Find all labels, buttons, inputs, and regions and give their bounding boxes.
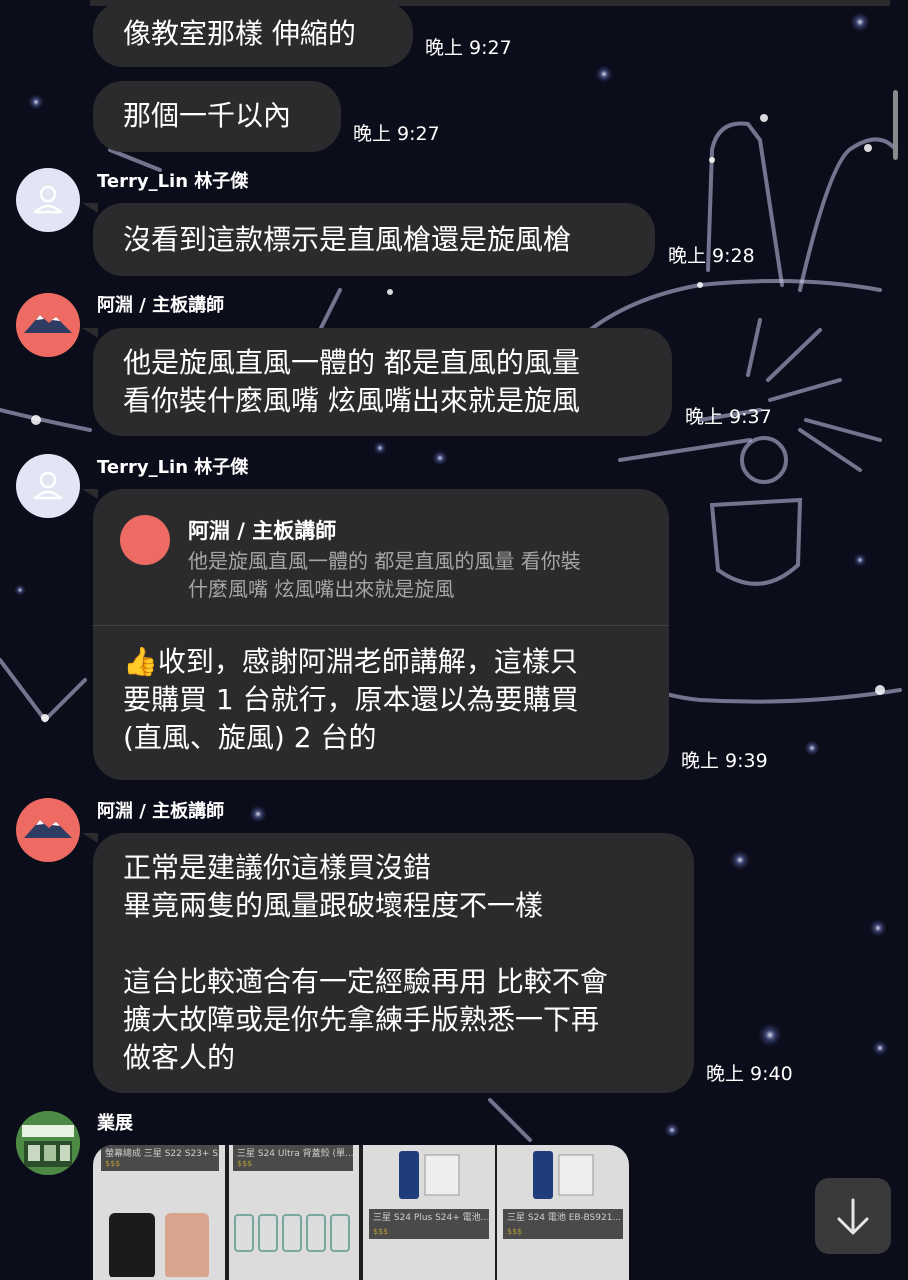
quote-divider bbox=[93, 625, 669, 626]
product-image bbox=[109, 1213, 209, 1277]
bubble-tail bbox=[82, 328, 98, 338]
bubble-tail bbox=[82, 489, 98, 499]
mountain-icon bbox=[120, 553, 170, 565]
product-price: $$$ bbox=[507, 1227, 523, 1236]
product-price: $$$ bbox=[373, 1227, 389, 1236]
mountain-icon bbox=[24, 820, 72, 838]
store-avatar[interactable] bbox=[16, 1111, 80, 1175]
message-bubble[interactable]: 沒看到這款標示是直風槍還是旋風槍 bbox=[93, 203, 655, 276]
product-image bbox=[234, 1214, 350, 1252]
message-timestamp: 晚上 9:27 bbox=[353, 123, 440, 145]
scroll-to-bottom-button[interactable] bbox=[815, 1178, 891, 1254]
bubble-tail bbox=[82, 203, 98, 213]
message-bubble[interactable]: 他是旋風直風一體的 都是直風的風量 看你裝什麼風嘴 炫風嘴出來就是旋風 bbox=[93, 328, 672, 436]
message-timestamp: 晚上 9:40 bbox=[706, 1063, 793, 1085]
product-card[interactable]: 三星 S24 Ultra 背蓋殼 (單... $$$ bbox=[229, 1145, 359, 1280]
message-timestamp: 晚上 9:28 bbox=[668, 245, 755, 267]
product-card[interactable]: 三星 S24 Plus S24+ 電池... $$$ bbox=[363, 1145, 495, 1280]
message-text: 👍收到，感謝阿淵老師講解，這樣只 要購買 1 台就行，原本還以為要購買 (直風、… bbox=[123, 645, 579, 754]
reply-message-bubble[interactable]: 阿淵 / 主板講師 他是旋風直風一體的 都是直風的風量 看你裝 什麼風嘴 炫風嘴… bbox=[93, 489, 669, 780]
user-avatar[interactable] bbox=[16, 454, 80, 518]
sender-name: 阿淵 / 主板講師 bbox=[97, 801, 225, 822]
sender-name: Terry_Lin 林子傑 bbox=[97, 171, 249, 192]
product-image bbox=[533, 1151, 594, 1199]
product-card-carousel[interactable]: 螢幕總成 三星 S22 S23+ S2... $$$ 三星 S24 Ultra … bbox=[93, 1145, 629, 1280]
quoted-message-text[interactable]: 他是旋風直風一體的 都是直風的風量 看你裝 什麼風嘴 炫風嘴出來就是旋風 bbox=[188, 547, 581, 603]
person-icon bbox=[33, 185, 63, 214]
sender-name: 阿淵 / 主板講師 bbox=[97, 295, 225, 316]
store-photo bbox=[16, 1111, 80, 1175]
user-avatar[interactable] bbox=[16, 293, 80, 357]
message-bubble[interactable]: 像教室那樣 伸縮的 bbox=[93, 2, 413, 67]
message-timestamp: 晚上 9:39 bbox=[681, 750, 768, 772]
user-avatar[interactable] bbox=[16, 168, 80, 232]
message-timestamp: 晚上 9:27 bbox=[425, 37, 512, 59]
product-price: $$$ bbox=[237, 1159, 253, 1168]
sender-name: Terry_Lin 林子傑 bbox=[97, 457, 249, 478]
quoted-sender-name: 阿淵 / 主板講師 bbox=[188, 519, 337, 543]
product-card[interactable]: 螢幕總成 三星 S22 S23+ S2... $$$ bbox=[93, 1145, 225, 1280]
product-image bbox=[399, 1151, 460, 1199]
message-timestamp: 晚上 9:37 bbox=[685, 406, 772, 428]
quoted-user-avatar bbox=[120, 515, 170, 565]
product-card[interactable]: 三星 S24 電池 EB-BS921... $$$ bbox=[497, 1145, 629, 1280]
user-avatar[interactable] bbox=[16, 798, 80, 862]
message-bubble[interactable]: 那個一千以內 bbox=[93, 81, 341, 152]
product-price: $$$ bbox=[105, 1159, 121, 1168]
arrow-down-icon bbox=[837, 1198, 869, 1235]
person-icon bbox=[33, 471, 63, 500]
mountain-icon bbox=[24, 315, 72, 333]
message-bubble[interactable]: 正常是建議你這樣買沒錯 畢竟兩隻的風量跟破壞程度不一樣 這台比較適合有一定經驗再… bbox=[93, 833, 694, 1093]
bubble-tail bbox=[82, 833, 98, 843]
sender-name: 業展 bbox=[97, 1113, 133, 1134]
